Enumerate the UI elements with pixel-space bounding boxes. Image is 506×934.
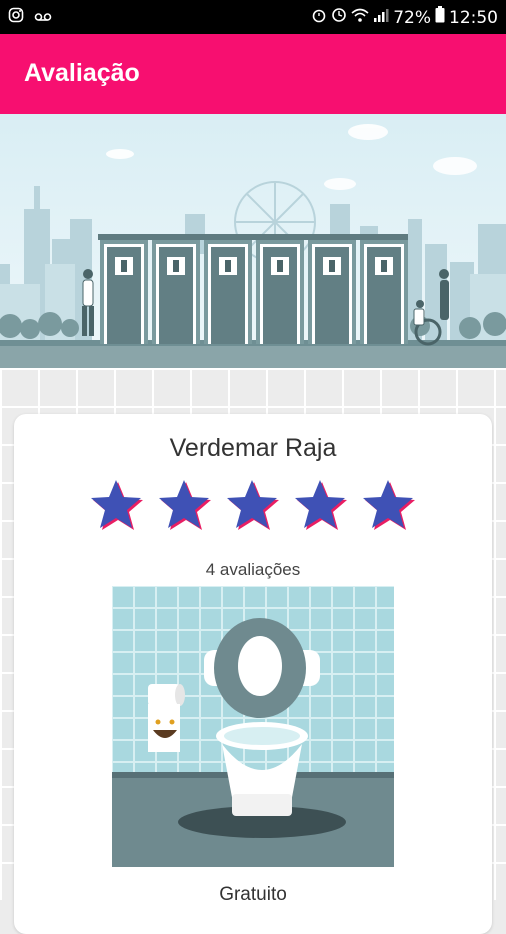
time: 12:50: [449, 7, 498, 28]
wifi-icon: [351, 7, 369, 29]
star-icon[interactable]: [156, 477, 214, 533]
review-count: 4 avaliações: [205, 560, 301, 579]
rating-stars[interactable]: [88, 477, 418, 533]
alarm-icon: [311, 7, 327, 29]
place-card: Verdemar Raja 4 avaliações Gratuito: [14, 414, 492, 934]
battery-icon: [435, 6, 445, 29]
voicemail-icon: [34, 8, 52, 28]
toilet-illustration: [112, 586, 394, 867]
app-bar: Avaliação: [0, 34, 506, 114]
battery-percent: 72%: [393, 7, 431, 28]
place-name: Verdemar Raja: [169, 434, 337, 462]
star-icon[interactable]: [360, 477, 418, 533]
star-icon[interactable]: [224, 477, 282, 533]
signal-icon: [373, 7, 389, 29]
status-bar: 72% 12:50: [0, 0, 506, 34]
star-icon[interactable]: [292, 477, 350, 533]
hero-illustration: [0, 114, 506, 368]
star-icon[interactable]: [88, 477, 146, 533]
clock-icon: [331, 7, 347, 29]
price-label: Gratuito: [219, 884, 287, 905]
page-title: Avaliação: [24, 59, 140, 87]
instagram-icon: [8, 7, 24, 28]
